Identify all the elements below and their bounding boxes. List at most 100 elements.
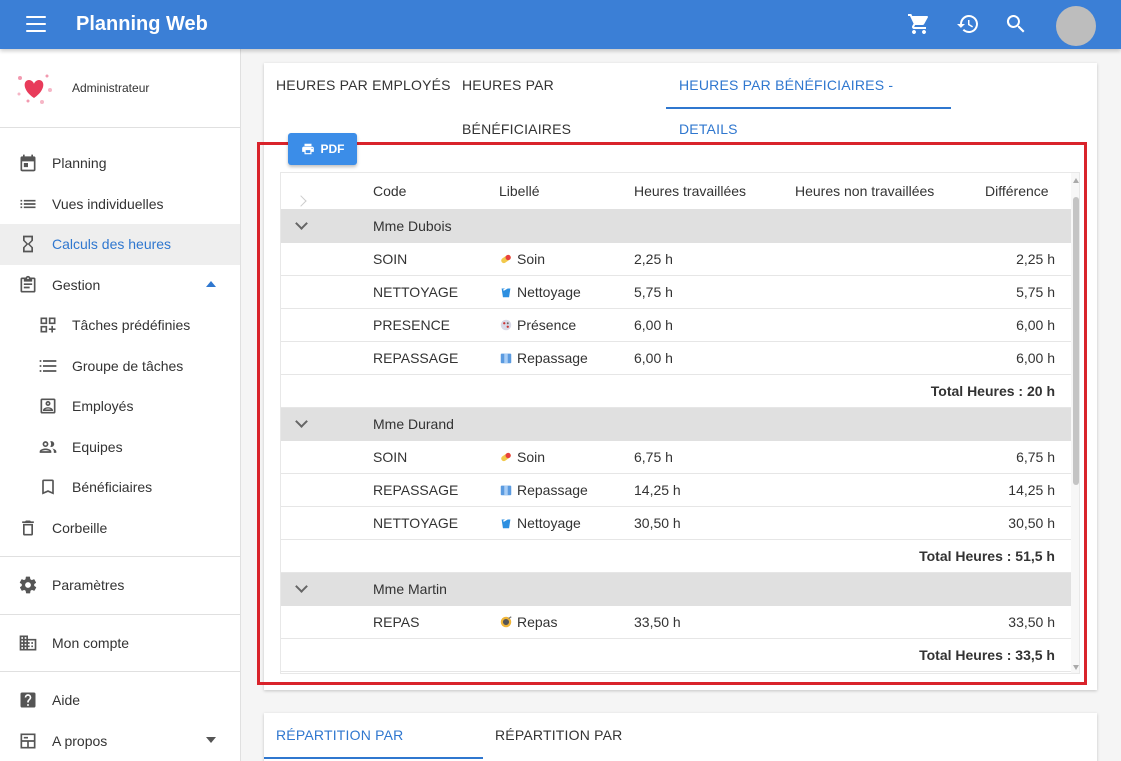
search-icon[interactable]: [1004, 12, 1028, 36]
sidebar-item-label: Tâches prédéfinies: [72, 317, 191, 334]
table-row[interactable]: REPASSAGE Repassage 6,00 h 6,00 h: [281, 342, 1071, 375]
sidebar-item-planning[interactable]: Planning: [0, 143, 240, 184]
soin-icon: [499, 450, 517, 464]
tab-repartition-par-activites[interactable]: RÉPARTITION PAR ACTIVITÉS: [264, 713, 483, 759]
history-icon[interactable]: [956, 12, 980, 36]
cell-libelle-text: Nettoyage: [517, 515, 581, 531]
total-hours: Total Heures : 20 h: [930, 383, 1055, 399]
sidebar-item-corbeille[interactable]: Corbeille: [0, 508, 240, 549]
cell-heures-travaillees: 6,00 h: [634, 350, 673, 366]
sidebar-item-parametres[interactable]: Paramètres: [0, 565, 240, 606]
cell-libelle-text: Repassage: [517, 350, 588, 366]
table-body: Mme Dubois SOIN Soin 2,25 h 2,25 h NETTOYAGE N…: [281, 210, 1071, 672]
total-row: Total Heures : 33,5 h: [281, 639, 1071, 672]
group-row[interactable]: Mme Durand: [281, 408, 1071, 441]
avatar[interactable]: [1056, 6, 1096, 46]
cell-difference: 6,75 h: [1016, 449, 1055, 465]
group-row[interactable]: Mme Martin: [281, 573, 1071, 606]
chevron-right-icon[interactable]: [295, 195, 307, 207]
tab-heures-par-beneficiaires[interactable]: HEURES PAR BÉNÉFICIAIRES: [462, 63, 666, 137]
table-row[interactable]: PRESENCE Présence 6,00 h 6,00 h: [281, 309, 1071, 342]
table-row[interactable]: NETTOYAGE Nettoyage 5,75 h 5,75 h: [281, 276, 1071, 309]
sidebar-item-label: Aide: [52, 692, 81, 709]
chevron-down-icon[interactable]: [295, 415, 308, 428]
sidebar-item-label: Calculs des heures: [52, 236, 172, 253]
cell-code: REPASSAGE: [373, 482, 459, 498]
scroll-thumb[interactable]: [1073, 197, 1079, 485]
sidebar-item-label: Equipes: [72, 438, 123, 455]
group-row[interactable]: Mme Dubois: [281, 210, 1071, 243]
header-code[interactable]: Code: [373, 183, 406, 199]
cell-libelle: Repas: [499, 614, 557, 630]
tab-repartition-par-beneficiaires[interactable]: RÉPARTITION PAR BÉNÉFICIAIRES: [495, 713, 735, 759]
cart-icon[interactable]: [907, 12, 931, 36]
chevron-up-icon[interactable]: [206, 280, 216, 287]
cell-code: NETTOYAGE: [373, 515, 459, 531]
details-table: Code Libellé Heures travaillées Heures n…: [280, 172, 1080, 674]
sidebar-item-employes[interactable]: Employés: [0, 386, 240, 427]
table-row[interactable]: REPAS Repas 33,50 h 33,50 h: [281, 606, 1071, 639]
pdf-button-label: PDF: [320, 142, 345, 156]
cell-libelle-text: Présence: [517, 317, 577, 333]
tab-heures-par-beneficiaires-details[interactable]: HEURES PAR BÉNÉFICIAIRES - DETAILS: [666, 63, 951, 137]
repassage-icon: [499, 351, 517, 365]
sidebar-item-gestion[interactable]: Gestion: [0, 265, 240, 306]
cell-libelle: Nettoyage: [499, 515, 581, 531]
cell-code: SOIN: [373, 449, 408, 465]
cell-heures-travaillees: 6,00 h: [634, 317, 673, 333]
cell-heures-travaillees: 2,25 h: [634, 251, 673, 267]
cell-difference: 6,00 h: [1016, 317, 1055, 333]
sidebar-item-beneficiaires[interactable]: Bénéficiaires: [0, 467, 240, 508]
sidebar-item-taches-predefinies[interactable]: Tâches prédéfinies: [0, 305, 240, 346]
header-difference[interactable]: Différence: [985, 183, 1049, 199]
cell-libelle-text: Repassage: [517, 482, 588, 498]
table-row[interactable]: SOIN Soin 2,25 h 2,25 h: [281, 243, 1071, 276]
cell-difference: 6,00 h: [1016, 350, 1055, 366]
help-icon: [18, 690, 38, 710]
total-row: Total Heures : 20 h: [281, 375, 1071, 408]
table-row[interactable]: NETTOYAGE Nettoyage 30,50 h 30,50 h: [281, 507, 1071, 540]
table-scrollbar[interactable]: [1071, 173, 1079, 673]
sidebar-item-aide[interactable]: Aide: [0, 680, 240, 721]
building-icon: [18, 633, 38, 653]
calendar-icon: [18, 153, 38, 173]
cell-difference: 2,25 h: [1016, 251, 1055, 267]
tab-heures-par-employes[interactable]: HEURES PAR EMPLOYÉS: [276, 63, 452, 109]
cell-libelle: Repassage: [499, 482, 588, 498]
cell-libelle: Soin: [499, 251, 545, 267]
app-title: Planning Web: [76, 13, 208, 35]
sidebar-item-calculs-des-heures[interactable]: Calculs des heures: [0, 224, 240, 265]
sidebar-item-label: A propos: [52, 732, 108, 749]
sidebar-item-label: Employés: [72, 398, 134, 415]
sidebar-item-groupe-de-taches[interactable]: Groupe de tâches: [0, 346, 240, 387]
group-name: Mme Dubois: [373, 218, 452, 234]
presence-icon: [499, 318, 517, 332]
scroll-up-icon[interactable]: [1073, 178, 1079, 183]
menu-icon[interactable]: [24, 14, 48, 34]
header-heures-travaillees[interactable]: Heures travaillées: [634, 183, 746, 199]
header-heures-non-travaillees[interactable]: Heures non travaillées: [795, 183, 934, 199]
sidebar-item-vues-individuelles[interactable]: Vues individuelles: [0, 184, 240, 225]
total-row: Total Heures : 51,5 h: [281, 540, 1071, 573]
cell-heures-travaillees: 30,50 h: [634, 515, 681, 531]
sidebar-item-label: Bénéficiaires: [72, 479, 153, 496]
repas-icon: [499, 615, 517, 629]
table-row[interactable]: REPASSAGE Repassage 14,25 h 14,25 h: [281, 474, 1071, 507]
sidebar-item-equipes[interactable]: Equipes: [0, 427, 240, 468]
soin-icon: [499, 252, 517, 266]
sidebar-item-mon-compte[interactable]: Mon compte: [0, 623, 240, 664]
chevron-down-icon[interactable]: [295, 580, 308, 593]
sidebar-item-a-propos[interactable]: A propos: [0, 721, 240, 761]
header-libelle[interactable]: Libellé: [499, 183, 539, 199]
cell-heures-travaillees: 6,75 h: [634, 449, 673, 465]
nettoyage-icon: [499, 285, 517, 299]
chevron-down-icon[interactable]: [295, 217, 308, 230]
chevron-down-icon[interactable]: [206, 736, 216, 743]
cell-libelle: Nettoyage: [499, 284, 581, 300]
pdf-button[interactable]: PDF: [288, 133, 357, 165]
sidebar-item-label: Groupe de tâches: [72, 357, 184, 374]
sidebar-item-label: Gestion: [52, 276, 101, 293]
table-row[interactable]: SOIN Soin 6,75 h 6,75 h: [281, 441, 1071, 474]
scroll-down-icon[interactable]: [1073, 665, 1079, 670]
group-name: Mme Durand: [373, 416, 454, 432]
